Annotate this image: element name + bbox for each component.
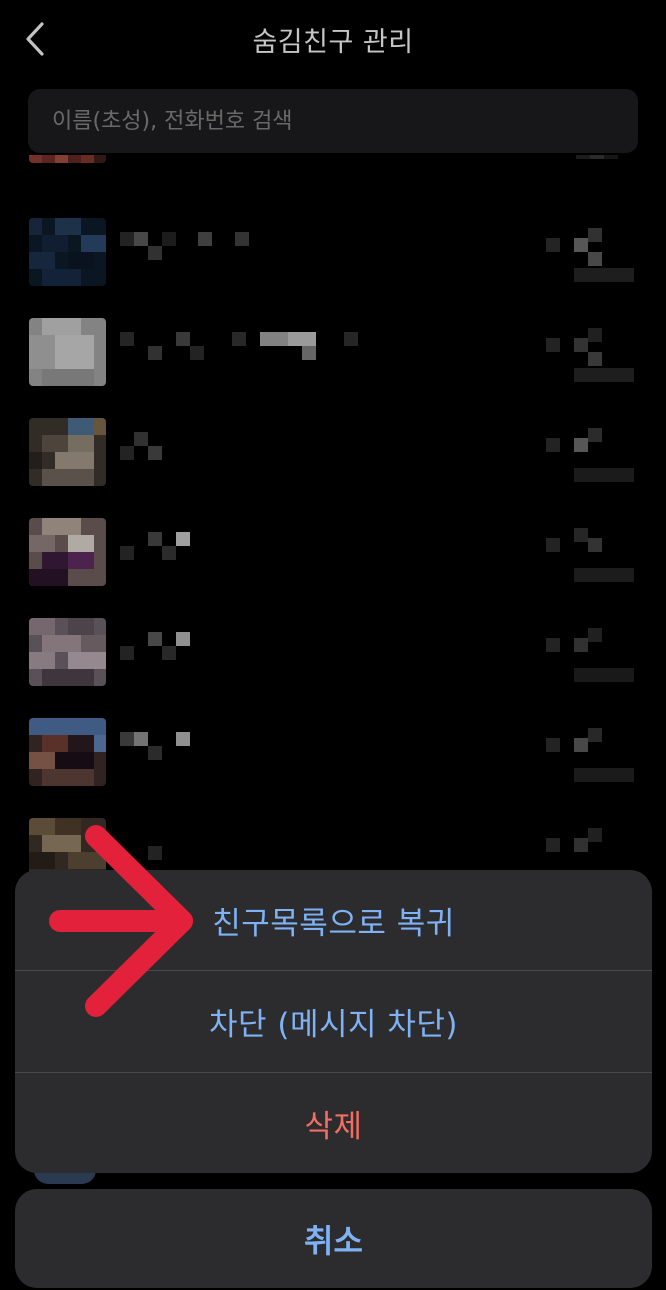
action-sheet: 친구목록으로 복귀 차단 (메시지 차단) 삭제 [15, 870, 652, 1173]
block-button[interactable]: 차단 (메시지 차단) [15, 971, 652, 1071]
restore-to-friends-button[interactable]: 친구목록으로 복귀 [15, 870, 652, 970]
delete-button[interactable]: 삭제 [15, 1073, 652, 1173]
cancel-button[interactable]: 취소 [15, 1189, 652, 1288]
